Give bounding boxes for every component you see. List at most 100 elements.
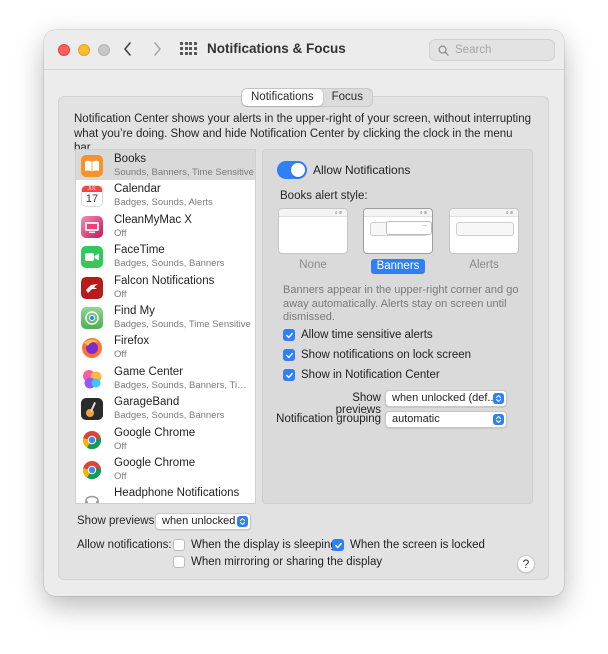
alert-style-label: Books alert style: — [280, 190, 368, 202]
app-detail: Badges, Sounds, Time Sensitive — [114, 318, 251, 330]
findmy-icon — [81, 306, 103, 329]
chrome-icon — [81, 459, 103, 481]
list-item[interactable]: Game Center Badges, Sounds, Banners, Tim… — [76, 363, 255, 393]
app-name: Calendar — [114, 183, 161, 196]
alert-style-none[interactable]: ⌕ ≡ None — [278, 208, 348, 271]
list-item[interactable]: Falcon Notifications Off — [76, 272, 255, 302]
checkbox-label: Show in Notification Center — [301, 369, 440, 381]
search-icon — [438, 45, 449, 56]
app-detail: Off — [114, 440, 127, 452]
app-detail: Badges, Sounds, Alerts — [114, 197, 213, 209]
calendar-day: 17 — [85, 193, 99, 206]
close-button[interactable] — [58, 44, 70, 56]
help-button[interactable]: ? — [517, 555, 535, 573]
time-sensitive-checkbox[interactable]: Allow time sensitive alerts — [283, 329, 433, 341]
notification-center-checkbox[interactable]: Show in Notification Center — [283, 369, 440, 381]
list-item[interactable]: Google Chrome Off — [76, 424, 255, 454]
gamecenter-icon — [81, 368, 103, 390]
preferences-window: Notifications & Focus Notifications Focu… — [44, 30, 564, 596]
style-preview-banners: ⌕ ≡ → — [363, 208, 433, 254]
global-show-previews-popup[interactable]: when unlocked — [155, 513, 251, 530]
show-previews-popup[interactable]: when unlocked (def... — [385, 390, 507, 407]
app-detail: Off — [114, 288, 127, 300]
style-caption: None — [299, 259, 327, 271]
list-item[interactable]: Google Chrome Off — [76, 454, 255, 484]
list-item[interactable]: CleanMyMac X Off — [76, 211, 255, 241]
checkmark-icon — [334, 542, 342, 548]
allow-notifications-label: Allow Notifications — [313, 163, 411, 177]
app-name: Google Chrome — [114, 456, 196, 469]
tab-focus[interactable]: Focus — [323, 89, 372, 106]
app-detail: Badges, Sounds, Banners — [114, 258, 225, 270]
checkmark-icon — [285, 352, 293, 358]
chevron-left-icon — [124, 42, 131, 56]
updown-chevron-icon — [493, 393, 504, 404]
search-field[interactable] — [429, 39, 555, 61]
app-name: Falcon Notifications — [114, 274, 215, 287]
search-input[interactable] — [455, 44, 551, 56]
back-button[interactable] — [119, 39, 137, 59]
app-name: GarageBand — [114, 396, 180, 409]
facetime-icon — [81, 246, 103, 269]
app-name: Game Center — [114, 365, 184, 378]
lock-screen-checkbox[interactable]: Show notifications on lock screen — [283, 349, 471, 361]
menu-bar-icons: ⌕ ≡ — [334, 210, 342, 216]
show-all-grid-icon[interactable] — [180, 42, 197, 56]
checkbox-unchecked[interactable] — [173, 539, 185, 551]
list-item[interactable]: Find My Badges, Sounds, Time Sensitive — [76, 302, 255, 332]
app-name: Firefox — [114, 335, 150, 348]
app-name: Headphone Notifications — [114, 487, 240, 500]
checkbox-checked[interactable] — [283, 349, 295, 361]
mirroring-checkbox[interactable]: When mirroring or sharing the display — [173, 556, 382, 568]
grouping-label: Notification grouping — [276, 413, 381, 425]
banner-description: Banners appear in the upper-right corner… — [283, 284, 519, 323]
grouping-popup[interactable]: automatic — [385, 411, 507, 428]
checkbox-label: Allow time sensitive alerts — [301, 329, 433, 341]
checkbox-checked[interactable] — [283, 329, 295, 341]
global-show-previews-label: Show previews: — [77, 515, 158, 527]
allow-notifications-toggle[interactable] — [277, 161, 307, 179]
app-name: CleanMyMac X — [114, 213, 192, 226]
window-title: Notifications & Focus — [207, 41, 346, 56]
alert-style-alerts[interactable]: ⌕ ≡ Alerts — [449, 208, 519, 271]
books-icon — [81, 155, 103, 177]
screen-locked-checkbox[interactable]: When the screen is locked — [332, 539, 485, 551]
popup-value: automatic — [392, 413, 440, 425]
allow-notifications-label: Allow notifications: — [77, 539, 172, 551]
checkbox-unchecked[interactable] — [173, 556, 185, 568]
tab-notifications[interactable]: Notifications — [242, 89, 323, 106]
list-item[interactable]: GarageBand Badges, Sounds, Banners — [76, 393, 255, 423]
minimize-button[interactable] — [78, 44, 90, 56]
calendar-icon: JUL 17 — [81, 185, 103, 208]
chevron-right-icon — [154, 42, 161, 56]
style-preview-none: ⌕ ≡ — [278, 208, 348, 254]
style-caption: Banners — [371, 259, 425, 274]
app-detail: Sounds, Banners, Time Sensitive — [114, 167, 254, 178]
display-sleeping-checkbox[interactable]: When the display is sleeping — [173, 539, 337, 551]
firefox-icon — [81, 337, 103, 359]
list-item[interactable]: Books Sounds, Banners, Time Sensitive — [76, 150, 255, 181]
list-item[interactable]: Headphone Notifications — [76, 484, 255, 503]
app-detail: Badges, Sounds, Banners — [114, 410, 225, 422]
app-list[interactable]: Books Sounds, Banners, Time Sensitive JU… — [75, 149, 256, 504]
checkbox-checked[interactable] — [283, 369, 295, 381]
checkmark-icon — [285, 332, 293, 338]
zoom-button[interactable] — [98, 44, 110, 56]
garageband-icon — [81, 398, 103, 421]
menu-bar-icons: ⌕ ≡ — [419, 210, 427, 216]
app-detail: Off — [114, 470, 127, 482]
cleanmymac-icon — [81, 215, 103, 238]
checkbox-label: Show notifications on lock screen — [301, 349, 472, 361]
alert-style-banners[interactable]: ⌕ ≡ → Banners — [363, 208, 433, 274]
banner-preview-slide: → — [386, 221, 432, 235]
list-item[interactable]: FaceTime Badges, Sounds, Banners — [76, 241, 255, 271]
forward-button[interactable] — [148, 39, 166, 59]
checkbox-label: When the screen is locked — [350, 539, 485, 551]
checkbox-checked[interactable] — [332, 539, 344, 551]
list-item[interactable]: JUL 17 Calendar Badges, Sounds, Alerts — [76, 180, 255, 210]
popup-value: when unlocked (def... — [392, 392, 497, 404]
popup-value: when unlocked — [162, 515, 236, 527]
style-preview-alerts: ⌕ ≡ — [449, 208, 519, 254]
app-detail: Off — [114, 349, 127, 361]
list-item[interactable]: Firefox Off — [76, 332, 255, 362]
